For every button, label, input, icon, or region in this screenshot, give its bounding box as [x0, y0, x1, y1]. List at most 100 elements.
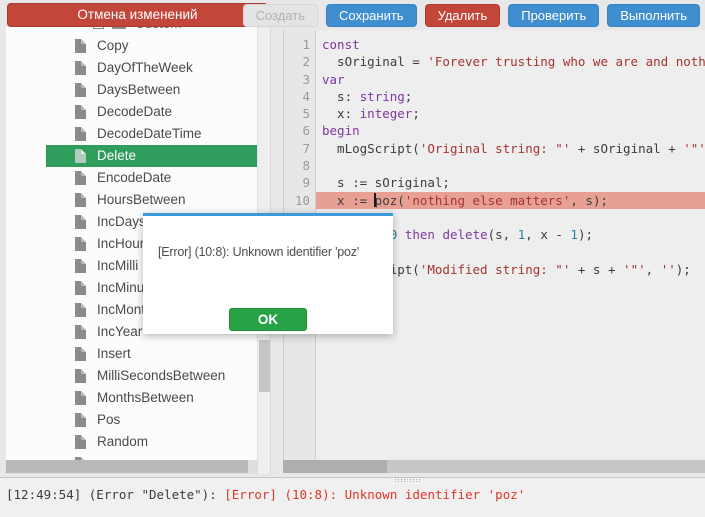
tree-item-hoursbetween[interactable]: HoursBetween: [6, 189, 258, 211]
tree-item-monthsbetween[interactable]: MonthsBetween: [6, 387, 258, 409]
tree-item-dayoftheweek[interactable]: DayOfTheWeek: [6, 57, 258, 79]
document-icon: [75, 237, 86, 251]
tree-item-label: IncMinu: [97, 280, 144, 295]
tree-item-label: IncMont: [97, 302, 145, 317]
script-editor-window: Отмена изменений СоздатьСохранитьУдалить…: [0, 0, 705, 517]
document-icon: [75, 149, 86, 163]
code-line-7[interactable]: 7 mLogScript('Original string: "' + sOri…: [284, 140, 705, 157]
code-text: [316, 157, 705, 174]
document-icon: [75, 61, 86, 75]
document-icon: [75, 303, 86, 317]
tree-horizontal-scrollbar-thumb[interactable]: [6, 460, 248, 473]
splitter-handle[interactable]: [395, 479, 421, 484]
code-line-10[interactable]: 10 x := poz('nothing else matters', s);: [284, 192, 705, 209]
folder-icon: [112, 27, 126, 29]
tree-item-label: Insert: [97, 346, 131, 361]
line-number: 1: [284, 36, 316, 53]
document-icon: [75, 83, 86, 97]
tree-root-custom[interactable]: Custom: [6, 27, 258, 35]
tree-item-label: IncHour: [97, 236, 144, 251]
line-number: 10: [284, 192, 316, 209]
tree-item-label: IncDays: [97, 214, 146, 229]
document-icon: [75, 215, 86, 229]
code-line-2[interactable]: 2 sOriginal = 'Forever trusting who we a…: [284, 53, 705, 70]
tree-item-millisecondsbetween[interactable]: MilliSecondsBetween: [6, 365, 258, 387]
document-icon: [75, 193, 86, 207]
tree-item-label: DayOfTheWeek: [97, 60, 193, 75]
ok-button[interactable]: OK: [229, 308, 307, 331]
line-number: 7: [284, 140, 316, 157]
document-icon: [75, 413, 86, 427]
document-icon: [75, 171, 86, 185]
document-icon: [75, 281, 86, 295]
document-icon: [75, 435, 86, 449]
tree-item-copy[interactable]: Copy: [6, 35, 258, 57]
code-line-1[interactable]: 1const: [284, 36, 705, 53]
log-message: [12:49:54] (Error "Delete"): [Error] (10…: [6, 487, 525, 502]
code-line-9[interactable]: 9 s := sOriginal;: [284, 174, 705, 191]
tree-item-label: DecodeDate: [97, 104, 172, 119]
tree-item-label: IncMilli: [97, 258, 138, 273]
save-button[interactable]: Сохранить: [326, 4, 417, 27]
text-caret: [374, 193, 376, 207]
code-line-6[interactable]: 6begin: [284, 122, 705, 139]
code-text: sOriginal = 'Forever trusting who we are…: [316, 53, 705, 70]
tree-item-label: HoursBetween: [97, 192, 186, 207]
tree-item-delete[interactable]: Delete: [46, 145, 258, 167]
document-icon: [75, 391, 86, 405]
check-button[interactable]: Проверить: [508, 4, 599, 27]
code-text: s: string;: [316, 88, 705, 105]
log-error-text: [Error] (10:8): Unknown identifier 'poz': [224, 487, 525, 502]
run-button[interactable]: Выполнить: [607, 4, 700, 27]
tree-item-daysbetween[interactable]: DaysBetween: [6, 79, 258, 101]
line-number: 8: [284, 157, 316, 174]
tree-scrollbar-corner: [258, 460, 271, 474]
code-text: x: integer;: [316, 105, 705, 122]
line-number: 3: [284, 71, 316, 88]
code-line-4[interactable]: 4 s: string;: [284, 88, 705, 105]
line-number: 6: [284, 122, 316, 139]
delete-button[interactable]: Удалить: [425, 4, 501, 27]
tree-item-label: Pos: [97, 412, 120, 427]
code-line-3[interactable]: 3var: [284, 71, 705, 88]
document-icon: [75, 347, 86, 361]
document-icon: [75, 39, 86, 53]
error-dialog: [Error] (10:8): Unknown identifier 'poz'…: [143, 213, 393, 334]
code-text: begin: [316, 122, 705, 139]
tree-item-random[interactable]: Random: [6, 431, 258, 453]
tree-item-label: DecodeDateTime: [97, 126, 202, 141]
editor-horizontal-scrollbar[interactable]: [283, 460, 705, 473]
code-line-5[interactable]: 5 x: integer;: [284, 105, 705, 122]
tree-item-label: Copy: [97, 38, 129, 53]
code-text: const: [316, 36, 705, 53]
tree-root-label: Custom: [135, 27, 182, 31]
tree-item-pos[interactable]: Pos: [6, 409, 258, 431]
tree-item-label: Delete: [97, 148, 136, 163]
tree-item-encodedate[interactable]: EncodeDate: [6, 167, 258, 189]
document-icon: [75, 325, 86, 339]
tree-item-label: EncodeDate: [97, 170, 171, 185]
tree-item-label: MilliSecondsBetween: [97, 368, 225, 383]
collapse-icon[interactable]: [93, 27, 104, 29]
undo-changes-button[interactable]: Отмена изменений: [7, 3, 268, 27]
tree-vertical-scrollbar-thumb[interactable]: [259, 340, 270, 392]
code-line-8[interactable]: 8: [284, 157, 705, 174]
tree-item-label: Random: [97, 434, 148, 449]
document-icon: [75, 127, 86, 141]
document-icon: [75, 369, 86, 383]
tree-item-decodedate[interactable]: DecodeDate: [6, 101, 258, 123]
code-text: s := sOriginal;: [316, 174, 705, 191]
tree-item-insert[interactable]: Insert: [6, 343, 258, 365]
tree-item-decodedatetime[interactable]: DecodeDateTime: [6, 123, 258, 145]
toolbar-button-group: СоздатьСохранитьУдалитьПроверитьВыполнит…: [243, 4, 700, 27]
document-icon: [75, 105, 86, 119]
error-dialog-message: [Error] (10:8): Unknown identifier 'poz': [158, 245, 359, 259]
tree-item-label: MonthsBetween: [97, 390, 194, 405]
editor-horizontal-scrollbar-thumb[interactable]: [283, 460, 387, 473]
code-text: var: [316, 71, 705, 88]
tree-horizontal-scrollbar[interactable]: [6, 460, 258, 474]
document-icon: [75, 259, 86, 273]
tree-item-label: DaysBetween: [97, 82, 180, 97]
line-number: 5: [284, 105, 316, 122]
code-text: mLogScript('Original string: "' + sOrigi…: [316, 140, 705, 157]
